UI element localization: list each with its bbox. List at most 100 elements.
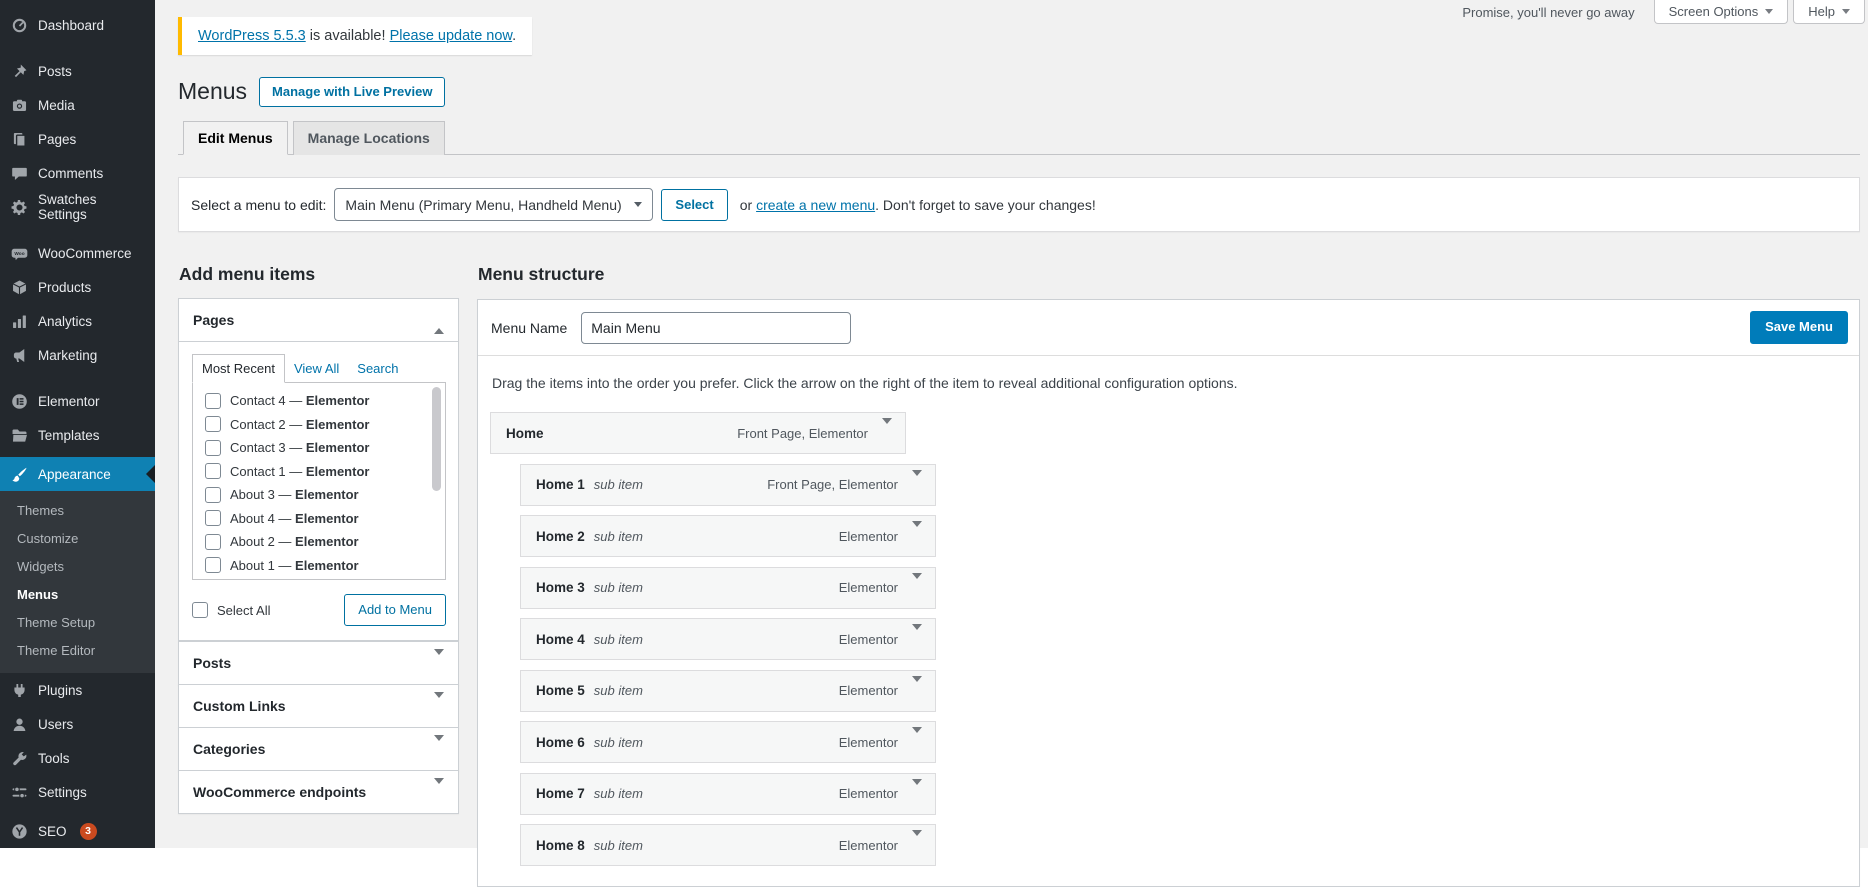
sidebar-item-appearance[interactable]: Appearance [0, 457, 155, 491]
marketing-icon [9, 345, 29, 365]
tab-manage-locations[interactable]: Manage Locations [293, 121, 445, 155]
accordion-header-categories[interactable]: Categories [179, 728, 458, 770]
expand-arrow-icon[interactable] [912, 836, 922, 854]
expand-arrow-icon[interactable] [912, 733, 922, 751]
help-button[interactable]: Help [1793, 0, 1865, 24]
page-checkbox[interactable] [205, 557, 221, 573]
page-checkbox[interactable] [205, 440, 221, 456]
menu-item-type-label: Elementor [839, 529, 898, 544]
sidebar-item-marketing[interactable]: Marketing [0, 338, 155, 372]
manage-with-live-preview-button[interactable]: Manage with Live Preview [259, 77, 445, 107]
sidebar-item-dashboard[interactable]: Dashboard [0, 8, 155, 42]
menu-item-home-7[interactable]: Home 7sub itemElementor [520, 773, 936, 815]
promo-text: Promise, you'll never go away [1462, 5, 1634, 20]
create-new-menu-link[interactable]: create a new menu [756, 197, 875, 213]
page-checkbox[interactable] [205, 416, 221, 432]
pages-accordion-header[interactable]: Pages [179, 299, 458, 342]
menu-select-value: Main Menu (Primary Menu, Handheld Menu) [345, 197, 621, 213]
tab-view-all[interactable]: View All [285, 355, 348, 382]
sidebar-item-templates[interactable]: Templates [0, 418, 155, 452]
menu-item-title: Home 1 [536, 477, 585, 492]
accordion-header-woocommerce-endpoints[interactable]: WooCommerce endpoints [179, 771, 458, 813]
sidebar-subitem-theme-setup[interactable]: Theme Setup [0, 609, 155, 637]
accordion-header-posts[interactable]: Posts [179, 642, 458, 684]
collapse-toggle-icon[interactable] [434, 741, 444, 757]
menu-item-home-4[interactable]: Home 4sub itemElementor [520, 618, 936, 660]
menu-item-subitem-label: sub item [594, 477, 643, 492]
menu-item-home-8[interactable]: Home 8sub itemElementor [520, 824, 936, 866]
wordpress-version-link[interactable]: WordPress 5.5.3 [198, 28, 306, 44]
sidebar-item-label: Tools [38, 751, 70, 766]
sidebar-item-swatches-settings[interactable]: Swatches Settings [0, 190, 155, 224]
menu-item-home[interactable]: HomeFront Page, Elementor [490, 412, 906, 454]
expand-arrow-icon[interactable] [912, 527, 922, 545]
sidebar-item-tools[interactable]: Tools [0, 741, 155, 775]
accordion-section-posts: Posts [178, 641, 459, 685]
menu-item-home-1[interactable]: Home 1sub itemFront Page, Elementor [520, 464, 936, 506]
sidebar-item-users[interactable]: Users [0, 707, 155, 741]
scrollbar-thumb[interactable] [432, 387, 441, 491]
save-menu-button[interactable]: Save Menu [1750, 311, 1848, 344]
expand-arrow-icon[interactable] [912, 579, 922, 597]
page-checkbox[interactable] [205, 510, 221, 526]
sidebar-item-plugins[interactable]: Plugins [0, 673, 155, 707]
sidebar-item-seo[interactable]: SEO3 [0, 814, 155, 848]
sidebar-subitem-theme-editor[interactable]: Theme Editor [0, 637, 155, 665]
menu-item-home-2[interactable]: Home 2sub itemElementor [520, 515, 936, 557]
page-checkbox-row: Contact 3 — Elementor [205, 436, 445, 460]
sidebar-subitem-themes[interactable]: Themes [0, 497, 155, 525]
page-checkbox[interactable] [205, 393, 221, 409]
menu-select-dropdown[interactable]: Main Menu (Primary Menu, Handheld Menu) [334, 188, 653, 221]
sidebar-item-label: Elementor [38, 394, 100, 409]
collapse-toggle-icon[interactable] [434, 655, 444, 671]
update-now-link[interactable]: Please update now [390, 28, 513, 44]
page-checkbox[interactable] [205, 534, 221, 550]
screen-options-button[interactable]: Screen Options [1654, 0, 1789, 24]
select-button[interactable]: Select [661, 189, 727, 221]
collapse-toggle-icon[interactable] [434, 698, 444, 714]
sidebar-item-media[interactable]: Media [0, 88, 155, 122]
menu-items-list: HomeFront Page, ElementorHome 1sub itemF… [490, 412, 1847, 866]
pages-checkbox-list: Contact 4 — ElementorContact 2 — Element… [192, 383, 446, 580]
page-state-label: Elementor [295, 558, 359, 573]
tab-search[interactable]: Search [348, 355, 407, 382]
page-checkbox[interactable] [205, 487, 221, 503]
sidebar-item-woocommerce[interactable]: WooWooCommerce [0, 236, 155, 270]
expand-arrow-icon[interactable] [912, 476, 922, 494]
sidebar-item-comments[interactable]: Comments [0, 156, 155, 190]
help-label: Help [1808, 4, 1835, 19]
menu-name-input[interactable] [581, 312, 851, 344]
menu-item-home-5[interactable]: Home 5sub itemElementor [520, 670, 936, 712]
dashboard-icon [9, 15, 29, 35]
select-all-label: Select All [217, 603, 270, 618]
menu-item-subitem-label: sub item [594, 838, 643, 853]
expand-arrow-icon[interactable] [882, 424, 892, 442]
sidebar-item-posts[interactable]: Posts [0, 54, 155, 88]
menu-item-home-6[interactable]: Home 6sub itemElementor [520, 721, 936, 763]
add-to-menu-button[interactable]: Add to Menu [344, 594, 446, 626]
page-checkbox[interactable] [205, 463, 221, 479]
products-icon [9, 277, 29, 297]
tab-most-recent[interactable]: Most Recent [192, 354, 285, 383]
menu-name-label: Menu Name [491, 320, 567, 336]
sidebar-item-elementor[interactable]: Elementor [0, 384, 155, 418]
expand-arrow-icon[interactable] [912, 682, 922, 700]
sidebar-subitem-menus[interactable]: Menus [0, 581, 155, 609]
collapse-toggle-icon[interactable] [434, 312, 444, 328]
tab-edit-menus[interactable]: Edit Menus [183, 121, 288, 155]
page-checkbox-row: Contact 4 — Elementor [205, 389, 445, 413]
sidebar-item-products[interactable]: Products [0, 270, 155, 304]
expand-arrow-icon[interactable] [912, 630, 922, 648]
collapse-toggle-icon[interactable] [434, 784, 444, 800]
expand-arrow-icon[interactable] [912, 785, 922, 803]
select-all-checkbox[interactable] [192, 602, 208, 618]
accordion-header-custom-links[interactable]: Custom Links [179, 685, 458, 727]
sidebar-item-settings[interactable]: Settings [0, 775, 155, 809]
sidebar-item-analytics[interactable]: Analytics [0, 304, 155, 338]
sidebar-subitem-widgets[interactable]: Widgets [0, 553, 155, 581]
add-menu-items-column: Add menu items Pages Most Recent View Al… [178, 264, 459, 814]
menu-item-home-3[interactable]: Home 3sub itemElementor [520, 567, 936, 609]
menu-name-row: Menu Name Save Menu [478, 300, 1859, 356]
sidebar-item-pages[interactable]: Pages [0, 122, 155, 156]
sidebar-subitem-customize[interactable]: Customize [0, 525, 155, 553]
